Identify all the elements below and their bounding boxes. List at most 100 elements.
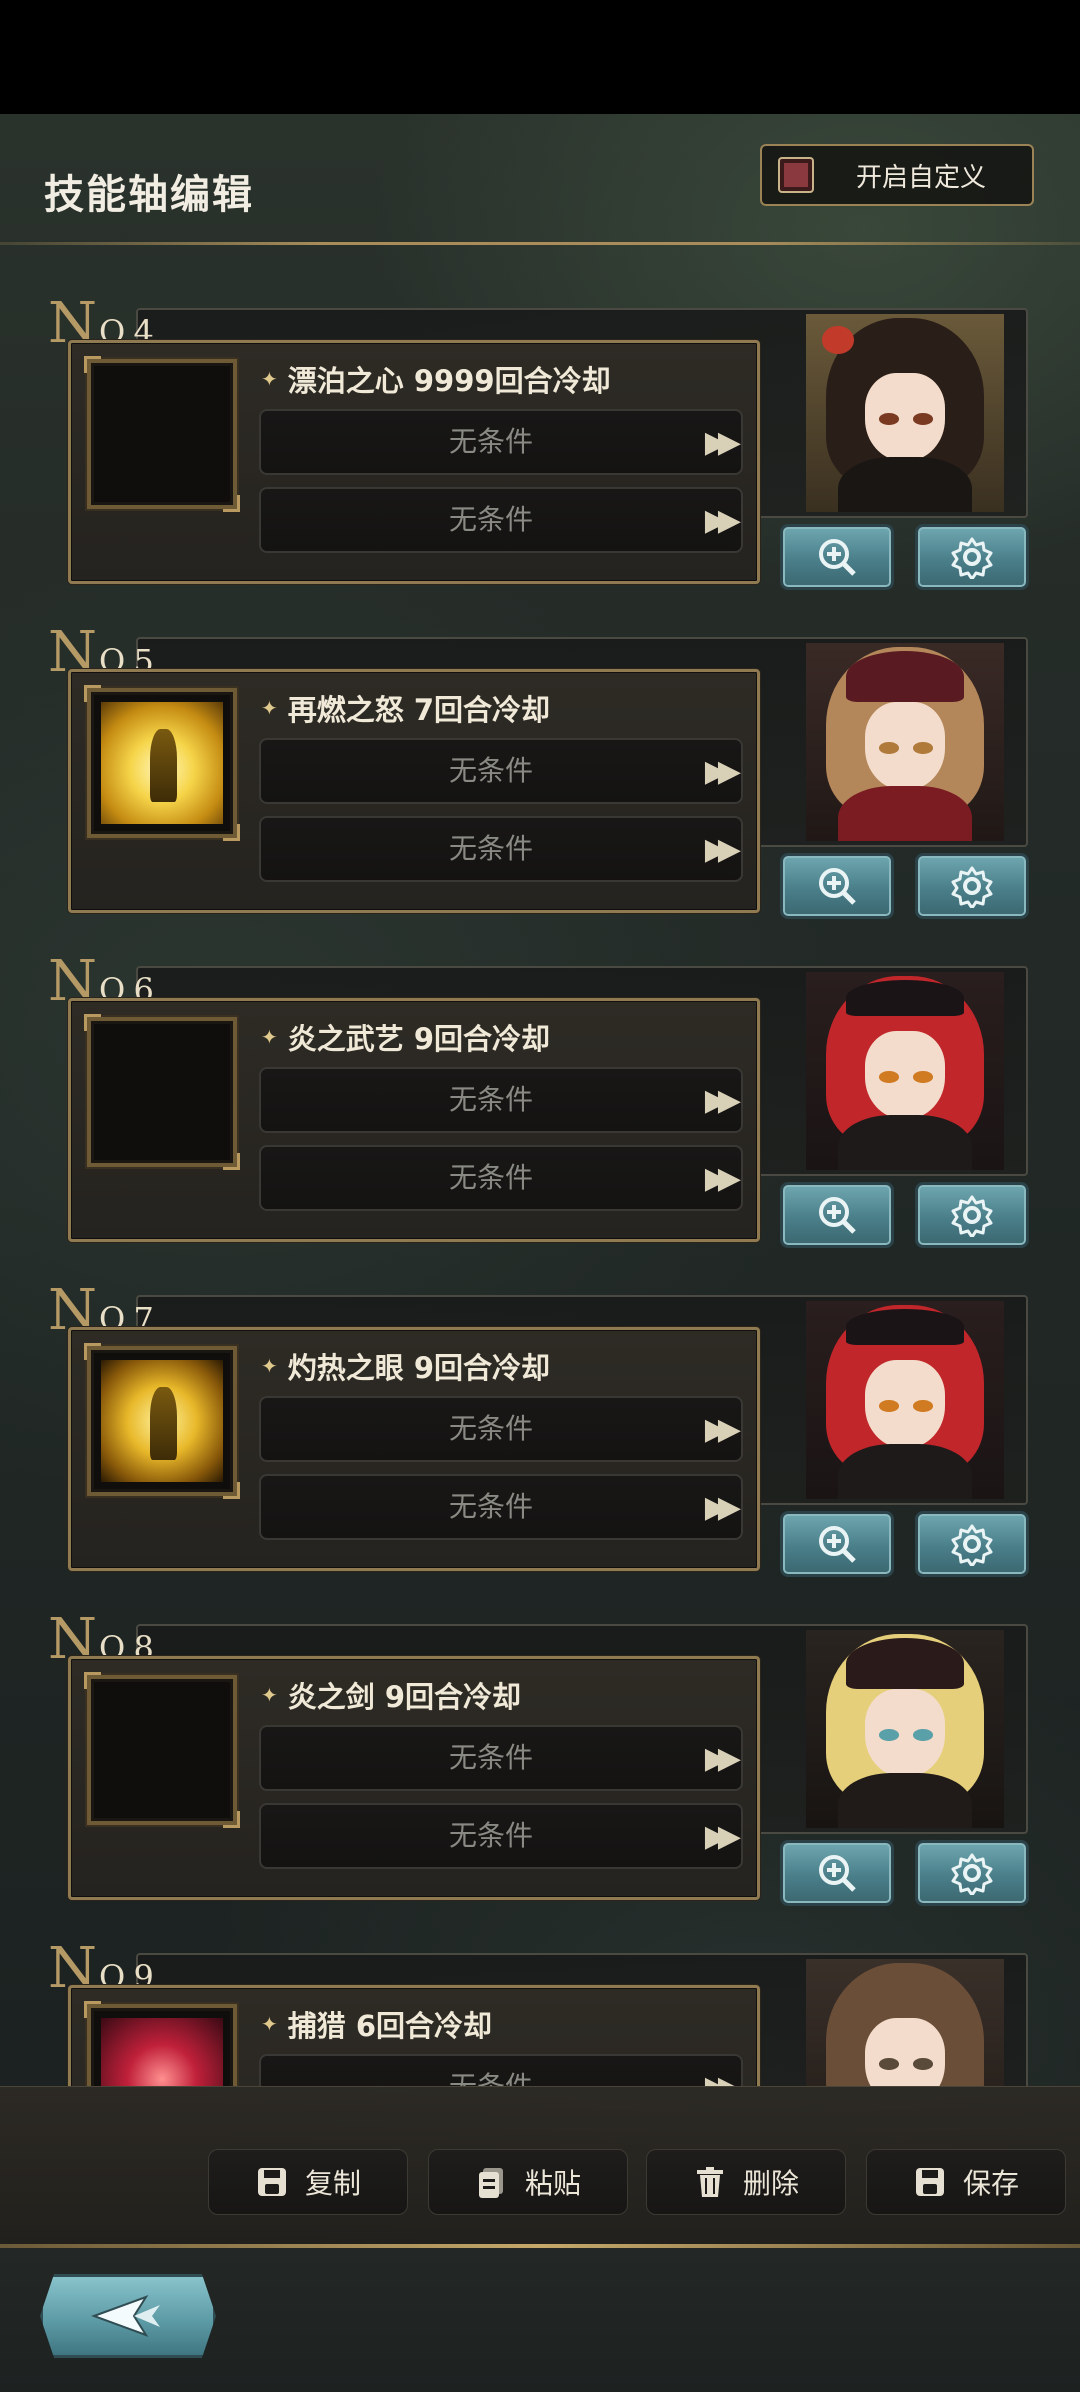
copy-button[interactable]: 复制 bbox=[208, 2149, 408, 2215]
double-chevron-right-icon: ▶▶ bbox=[704, 832, 741, 867]
trash-icon bbox=[696, 2167, 723, 2197]
list-item: N O.4 ✦ 漂泊之心 9999回合冷却 无条件 ▶▶ 无条件 ▶▶ bbox=[0, 292, 1080, 622]
skill-name: 再燃之怒 7回合冷却 bbox=[287, 693, 551, 727]
floppy-icon bbox=[257, 2168, 286, 2196]
condition-text: 无条件 bbox=[448, 1490, 533, 1523]
condition-text: 无条件 bbox=[448, 1819, 533, 1852]
skill-name: 炎之武艺 9回合冷却 bbox=[287, 1022, 551, 1056]
condition-row[interactable]: 无条件 ▶▶ bbox=[259, 1803, 743, 1869]
back-button[interactable] bbox=[40, 2274, 216, 2358]
skill-title: ✦ 再燃之怒 7回合冷却 bbox=[261, 680, 550, 736]
skill-icon-slot[interactable] bbox=[84, 356, 240, 512]
settings-button[interactable] bbox=[915, 1511, 1029, 1577]
delete-button[interactable]: 删除 bbox=[646, 2149, 846, 2215]
skill-title: ✦ 漂泊之心 9999回合冷却 bbox=[261, 351, 611, 407]
condition-row[interactable]: 无条件 ▶▶ bbox=[259, 1067, 743, 1133]
skill-card[interactable]: ✦ 炎之武艺 9回合冷却 无条件 ▶▶ 无条件 ▶▶ bbox=[68, 998, 760, 1242]
condition-text: 无条件 bbox=[448, 1083, 533, 1116]
condition-row[interactable]: 无条件 ▶▶ bbox=[259, 2054, 743, 2086]
copy-label: 复制 bbox=[304, 2167, 361, 2200]
custom-toggle-label: 开启自定义 bbox=[856, 162, 987, 193]
zoom-button[interactable] bbox=[780, 524, 894, 590]
diamond-icon: ✦ bbox=[261, 696, 278, 720]
settings-button[interactable] bbox=[915, 1840, 1029, 1906]
skill-name: 捕猎 6回合冷却 bbox=[287, 2009, 493, 2043]
double-chevron-right-icon: ▶▶ bbox=[704, 1412, 741, 1447]
double-chevron-right-icon: ▶▶ bbox=[705, 2070, 741, 2086]
diamond-icon: ✦ bbox=[261, 1354, 278, 1378]
character-portrait bbox=[806, 972, 1004, 1170]
skill-timeline-editor-screen: 技能轴编辑 开启自定义 N O.4 ✦ 漂泊之心 9999回合冷却 无条件 ▶▶… bbox=[0, 114, 1080, 2392]
save-button[interactable]: 保存 bbox=[866, 2149, 1066, 2215]
page-title: 技能轴编辑 bbox=[44, 172, 254, 218]
condition-row[interactable]: 无条件 ▶▶ bbox=[259, 1474, 743, 1540]
golden-flame-skill-icon bbox=[101, 1360, 223, 1482]
gear-icon bbox=[951, 1524, 993, 1566]
skill-icon-slot[interactable] bbox=[84, 1672, 240, 1828]
diamond-icon: ✦ bbox=[261, 1025, 278, 1049]
skill-card[interactable]: ✦ 灼热之眼 9回合冷却 无条件 ▶▶ 无条件 ▶▶ bbox=[68, 1327, 760, 1571]
condition-row[interactable]: 无条件 ▶▶ bbox=[259, 738, 743, 804]
condition-row[interactable]: 无条件 ▶▶ bbox=[259, 1725, 743, 1791]
diamond-icon: ✦ bbox=[261, 1683, 278, 1707]
paste-label: 粘贴 bbox=[524, 2167, 581, 2200]
gear-icon bbox=[951, 1853, 993, 1895]
list-item: N O.9 ✦ 捕猎 6回合冷却 无条件 ▶▶ bbox=[0, 1937, 1080, 2086]
double-chevron-right-icon: ▶▶ bbox=[704, 1819, 741, 1854]
skill-card[interactable]: ✦ 漂泊之心 9999回合冷却 无条件 ▶▶ 无条件 ▶▶ bbox=[68, 340, 760, 584]
condition-text: 无条件 bbox=[261, 2056, 721, 2086]
skill-title: ✦ 炎之剑 9回合冷却 bbox=[261, 1667, 521, 1723]
character-portrait bbox=[806, 1959, 1004, 2086]
diamond-icon: ✦ bbox=[261, 2012, 278, 2036]
list-item: N O.8 ✦ 炎之剑 9回合冷却 无条件 ▶▶ 无条件 ▶▶ bbox=[0, 1608, 1080, 1938]
custom-toggle-button[interactable]: 开启自定义 bbox=[760, 144, 1034, 206]
gear-icon bbox=[951, 537, 993, 579]
skill-icon-slot[interactable] bbox=[84, 1343, 240, 1499]
condition-row[interactable]: 无条件 ▶▶ bbox=[259, 816, 743, 882]
delete-label: 删除 bbox=[742, 2167, 799, 2200]
condition-row[interactable]: 无条件 ▶▶ bbox=[259, 1145, 743, 1211]
condition-text: 无条件 bbox=[448, 1161, 533, 1194]
diamond-icon: ✦ bbox=[261, 367, 278, 391]
condition-text: 无条件 bbox=[448, 832, 533, 865]
character-portrait bbox=[806, 1301, 1004, 1499]
double-chevron-right-icon: ▶▶ bbox=[704, 503, 741, 538]
character-portrait bbox=[806, 643, 1004, 841]
double-chevron-right-icon: ▶▶ bbox=[704, 425, 741, 460]
double-chevron-right-icon: ▶▶ bbox=[704, 1741, 741, 1776]
zoom-button[interactable] bbox=[780, 1840, 894, 1906]
paste-button[interactable]: 粘贴 bbox=[428, 2149, 628, 2215]
back-arrow-icon bbox=[91, 2295, 160, 2337]
skill-icon-slot[interactable] bbox=[84, 2001, 237, 2086]
skill-list[interactable]: N O.4 ✦ 漂泊之心 9999回合冷却 无条件 ▶▶ 无条件 ▶▶ N O.… bbox=[0, 292, 1080, 2086]
custom-checkbox[interactable] bbox=[778, 157, 814, 193]
zoom-in-icon bbox=[819, 1197, 856, 1234]
zoom-button[interactable] bbox=[780, 853, 894, 919]
character-portrait bbox=[806, 1630, 1004, 1828]
golden-warrior-skill-icon bbox=[101, 702, 223, 824]
zoom-in-icon bbox=[819, 539, 856, 576]
double-chevron-right-icon: ▶▶ bbox=[704, 1083, 741, 1118]
condition-row[interactable]: 无条件 ▶▶ bbox=[259, 409, 743, 475]
skill-title: ✦ 灼热之眼 9回合冷却 bbox=[261, 1338, 550, 1394]
skill-card[interactable]: ✦ 再燃之怒 7回合冷却 无条件 ▶▶ 无条件 ▶▶ bbox=[68, 669, 760, 913]
zoom-button[interactable] bbox=[780, 1182, 894, 1248]
skill-icon-slot[interactable] bbox=[84, 1014, 240, 1170]
save-label: 保存 bbox=[962, 2167, 1019, 2200]
list-item: N O.7 ✦ 灼热之眼 9回合冷却 无条件 ▶▶ 无条件 ▶▶ bbox=[0, 1279, 1080, 1609]
condition-row[interactable]: 无条件 ▶▶ bbox=[259, 1396, 743, 1462]
zoom-button[interactable] bbox=[780, 1511, 894, 1577]
action-bar: 复制 粘贴 删除 保存 bbox=[0, 2086, 1080, 2248]
skill-card[interactable]: ✦ 炎之剑 9回合冷却 无条件 ▶▶ 无条件 ▶▶ bbox=[68, 1656, 760, 1900]
settings-button[interactable] bbox=[915, 524, 1029, 590]
skill-name: 炎之剑 9回合冷却 bbox=[287, 1680, 522, 1714]
clipboard-icon bbox=[478, 2168, 503, 2198]
settings-button[interactable] bbox=[915, 1182, 1029, 1248]
skill-title: ✦ 捕猎 6回合冷却 bbox=[261, 1996, 492, 2052]
condition-text: 无条件 bbox=[448, 1412, 533, 1445]
list-item: N O.5 ✦ 再燃之怒 7回合冷却 无条件 ▶▶ 无条件 ▶▶ bbox=[0, 621, 1080, 951]
skill-icon-slot[interactable] bbox=[84, 685, 240, 841]
settings-button[interactable] bbox=[915, 853, 1029, 919]
condition-row[interactable]: 无条件 ▶▶ bbox=[259, 487, 743, 553]
skill-card[interactable]: ✦ 捕猎 6回合冷却 无条件 ▶▶ bbox=[68, 1985, 760, 2086]
